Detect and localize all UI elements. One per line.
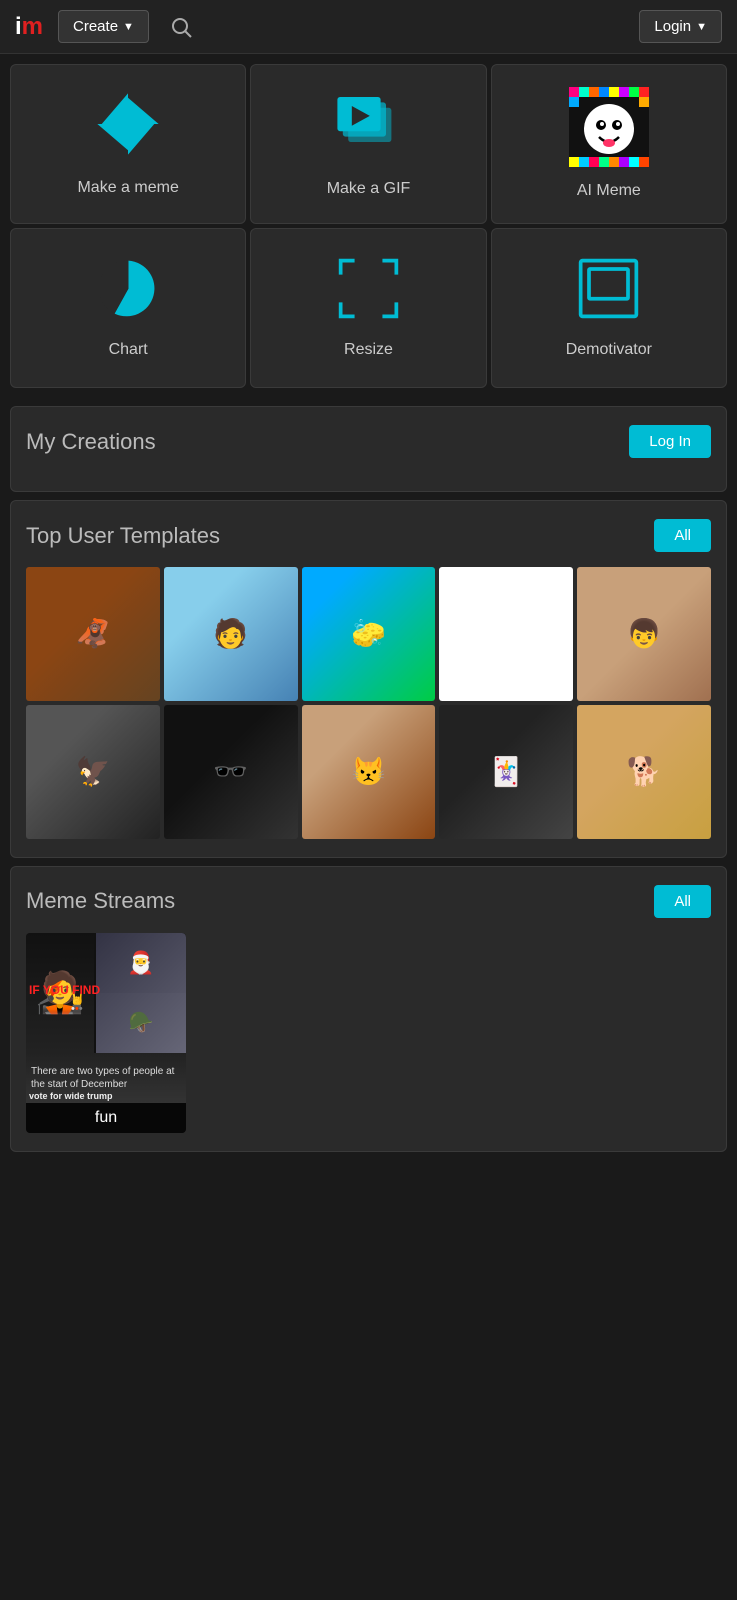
resize-label: Resize [344,340,393,361]
search-button[interactable] [159,15,629,39]
template-thumb[interactable]: 👦 [577,567,711,701]
resize-icon [336,256,401,326]
template-grid: 🦧 🧑 🧽 👦 🦅 🕶️ 😾 🃏 🐕 [26,567,711,839]
meme-streams-title: Meme Streams [26,888,175,914]
top-templates-section: Top User Templates All 🦧 🧑 🧽 👦 🦅 🕶️ 😾 [10,500,727,858]
template-thumb[interactable]: 🦅 [26,705,160,839]
chart-icon [96,256,161,326]
stream-red-text: IF YOU FIND [29,983,100,997]
my-creations-section: My Creations Log In [10,406,727,492]
streams-grid: 🧑‍🎤 🎅 🪖 There are two types of people at… [26,933,711,1133]
template-thumb[interactable]: 😾 [302,705,436,839]
chart-card[interactable]: Chart [10,228,246,388]
chimp-image: 🦧 [26,567,160,701]
make-meme-card[interactable]: Make a meme [10,64,246,224]
cat-woman-image: 😾 [302,705,436,839]
stream-card-fun[interactable]: 🧑‍🎤 🎅 🪖 There are two types of people at… [26,933,186,1133]
demotivator-icon [576,256,641,326]
template-thumb[interactable]: 🧽 [302,567,436,701]
template-thumb[interactable]: 🧑 [164,567,298,701]
interesting-man-image: 🕶️ [164,705,298,839]
template-thumb[interactable]: 🦧 [26,567,160,701]
chevron-down-icon: ▼ [696,21,707,33]
gull-image: 🦅 [26,705,160,839]
all-streams-button[interactable]: All [654,885,711,918]
uno-image: 🃏 [439,705,573,839]
doge-image: 🐕 [577,705,711,839]
create-label: Create [73,18,118,35]
meme-streams-header: Meme Streams All [26,885,711,918]
chevron-down-icon: ▼ [123,21,134,33]
logo: i m [15,13,43,41]
tool-grid: Make a meme Make a GIF [0,54,737,398]
create-button[interactable]: Create ▼ [58,10,149,43]
search-icon [169,15,193,39]
my-creations-title: My Creations [26,429,156,455]
chart-label: Chart [109,340,148,361]
login-label: Login [654,18,691,35]
login-creations-button[interactable]: Log In [629,425,711,458]
login-button[interactable]: Login ▼ [639,10,722,43]
template-thumb[interactable]: 🃏 [439,705,573,839]
ai-meme-card[interactable]: AI Meme [491,64,727,224]
make-meme-label: Make a meme [77,178,178,199]
ai-meme-label: AI Meme [577,181,641,202]
white-image [439,567,573,701]
bart-image: 🧑 [164,567,298,701]
demotivator-card[interactable]: Demotivator [491,228,727,388]
top-templates-title: Top User Templates [26,523,220,549]
ai-meme-icon [569,87,649,167]
template-thumb[interactable]: 🐕 [577,705,711,839]
top-templates-header: Top User Templates All [26,519,711,552]
stream-composite: 🧑‍🎤 🎅 🪖 There are two types of people at… [26,933,186,1133]
logo-i: i [15,13,22,41]
template-thumb[interactable]: 🕶️ [164,705,298,839]
make-gif-label: Make a GIF [327,179,411,200]
template-thumb[interactable] [439,567,573,701]
resize-card[interactable]: Resize [250,228,486,388]
stream-bottom-text: vote for wide trump [29,1091,113,1101]
stream-label: fun [26,1103,186,1133]
kid-image: 👦 [577,567,711,701]
sponge-image: 🧽 [302,567,436,701]
stream-sub-text: There are two types of people at the sta… [31,1065,186,1091]
make-gif-card[interactable]: Make a GIF [250,64,486,224]
logo-m: m [22,13,43,41]
demotivator-label: Demotivator [566,340,652,361]
gif-icon [332,88,404,165]
meme-streams-section: Meme Streams All 🧑‍🎤 🎅 🪖 [10,866,727,1152]
header: i m Create ▼ Login ▼ [0,0,737,54]
my-creations-header: My Creations Log In [26,425,711,458]
pinwheel-icon [93,89,163,164]
all-templates-button[interactable]: All [654,519,711,552]
